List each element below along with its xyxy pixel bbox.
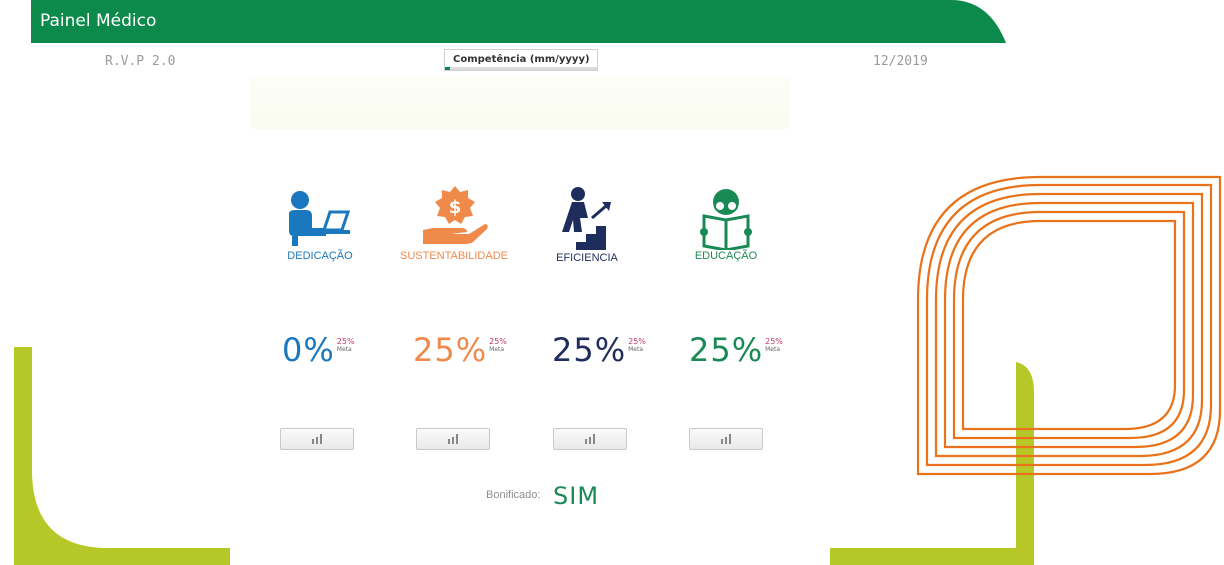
details-button-sustentabilidade[interactable] (416, 428, 490, 450)
kpi-target-block: 25% Meta (489, 337, 507, 354)
kpi-meta-label: Meta (765, 346, 781, 353)
details-button-dedicacao[interactable] (280, 428, 354, 450)
bar-chart-icon (721, 434, 731, 444)
version-label: R.V.P 2.0 (105, 54, 176, 69)
details-button-educacao[interactable] (689, 428, 763, 450)
kpi-meta-label: Meta (628, 346, 644, 353)
kpi-target: 25% (765, 337, 783, 346)
kpi-dedicacao: 0% 25% Meta (282, 333, 355, 367)
info-panel (250, 77, 790, 129)
bar-chart-icon (448, 434, 458, 444)
kpi-value: 25% (413, 331, 488, 369)
details-button-eficiencia[interactable] (553, 428, 627, 450)
pillar-label-dedicacao: DEDICAÇÃO (287, 250, 353, 262)
kpi-value: 25% (689, 331, 764, 369)
competencia-progress-fill (445, 67, 450, 70)
money-hand-icon: $ (423, 186, 488, 244)
kpi-value: 0% (282, 331, 335, 369)
kpi-target-block: 25% Meta (628, 337, 646, 354)
kpi-sustentabilidade: 25% 25% Meta (413, 333, 507, 367)
app-header: Painel Médico (31, 0, 1006, 43)
pillar-label-educacao: EDUCAÇÃO (694, 250, 758, 262)
bonus-label: Bonificado: (486, 489, 541, 501)
kpi-eficiencia: 25% 25% Meta (552, 333, 646, 367)
climbing-stairs-icon (562, 187, 611, 250)
kpi-meta-label: Meta (489, 346, 505, 353)
header-bar (31, 0, 1006, 43)
competencia-progress-track (445, 67, 597, 70)
bonus-value: SIM (553, 482, 600, 510)
pillar-label-sustentabilidade: SUSTENTABILIDADE (400, 250, 508, 262)
svg-text:$: $ (449, 197, 462, 218)
reading-person-icon (700, 189, 752, 250)
kpi-value: 25% (552, 331, 627, 369)
app-title: Painel Médico (40, 11, 157, 31)
bar-chart-icon (312, 434, 322, 444)
kpi-target: 25% (336, 337, 355, 346)
competencia-label: Competência (mm/yyyy) (453, 54, 590, 65)
kpi-target-block: 25% Meta (337, 337, 355, 354)
kpi-target: 25% (489, 337, 507, 346)
kpi-meta-label: Meta (336, 346, 352, 353)
kpi-target-block: 25% Meta (765, 337, 783, 354)
pillar-label-eficiencia: EFICIENCIA (556, 252, 618, 264)
person-laptop-icon (289, 191, 351, 246)
competencia-filter[interactable]: Competência (mm/yyyy) (444, 49, 598, 71)
bar-chart-icon (585, 434, 595, 444)
kpi-target: 25% (628, 337, 646, 346)
period-value: 12/2019 (873, 54, 928, 69)
kpi-educacao: 25% 25% Meta (689, 333, 783, 367)
